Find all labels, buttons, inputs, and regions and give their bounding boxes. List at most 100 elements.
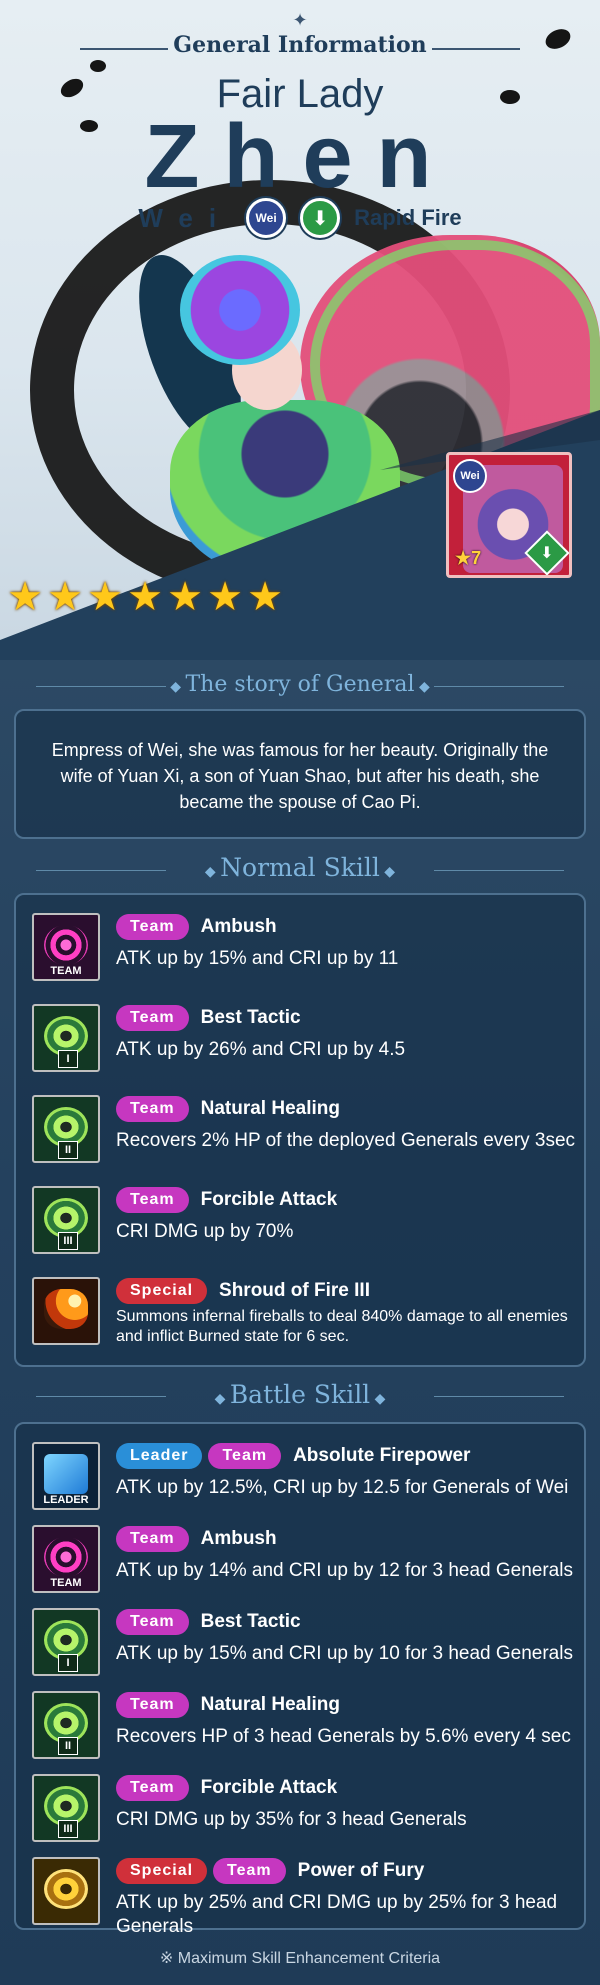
skill-description: Recovers HP of 3 head Generals by 5.6% e…: [116, 1726, 571, 1747]
team-tag: Team: [116, 1526, 189, 1552]
general-portrait-card[interactable]: Wei ★7 ⬇: [446, 452, 572, 578]
diamond-ornament: ◆: [170, 679, 186, 695]
star-icon: ★: [167, 575, 203, 619]
skill-name: Forcible Attack: [200, 1777, 338, 1798]
icon-graphic: [44, 1454, 88, 1494]
story-title-text: The story of General: [185, 672, 415, 697]
skill-name: Power of Fury: [297, 1860, 425, 1881]
general-name: Zhen: [144, 107, 456, 207]
team-tag: Team: [116, 1005, 189, 1031]
skill-row[interactable]: III Team Forcible Attack CRI DMG up by 35% …: [24, 1766, 580, 1844]
skill-header: Special Shroud of Fire III: [116, 1277, 370, 1305]
section-label: General Information: [173, 32, 427, 58]
star-icon: ★: [47, 575, 83, 619]
eye-tactic-icon: I: [32, 1608, 100, 1676]
skill-name: Ambush: [200, 1528, 277, 1549]
skill-header: Team Best Tactic: [116, 1004, 301, 1032]
skill-header: Team Natural Healing: [116, 1095, 340, 1123]
normal-skill-list: TEAM Team Ambush ATK up by 15% and CRI up b…: [14, 893, 586, 1367]
skill-header: Team Ambush: [116, 1525, 277, 1553]
team-tag: Team: [213, 1858, 286, 1884]
faction-row: Wei Wei ⬇ Rapid Fire: [0, 198, 600, 238]
icon-graphic: [44, 1537, 88, 1577]
icon-tag: III: [58, 1820, 78, 1838]
eye-tactic-icon: III: [32, 1774, 100, 1842]
skill-header: Team Best Tactic: [116, 1608, 301, 1636]
general-info-page: ✦ General Information Fair Lady Zhen Wei…: [0, 0, 600, 1985]
skill-description: CRI DMG up by 70%: [116, 1221, 294, 1242]
star-icon: ★: [207, 575, 243, 619]
skill-name: Natural Healing: [200, 1694, 340, 1715]
eye-tactic-icon: II: [32, 1095, 100, 1163]
star-rating: ★ ★ ★ ★ ★ ★ ★: [6, 575, 284, 619]
star-level: ★7: [455, 548, 482, 568]
skill-header: Team Forcible Attack: [116, 1774, 337, 1802]
story-text: Empress of Wei, she was famous for her b…: [51, 740, 549, 812]
icon-tag: II: [58, 1141, 78, 1159]
icon-tag: TEAM: [50, 1577, 82, 1589]
team-tag: Team: [116, 1609, 189, 1635]
icon-tag: LEADER: [43, 1494, 89, 1506]
target-team-icon: TEAM: [32, 1525, 100, 1593]
skill-row[interactable]: TEAM Team Ambush ATK up by 14% and CRI up b…: [24, 1517, 580, 1595]
skill-row[interactable]: Special Team Power of Fury ATK up by 25% an…: [24, 1849, 580, 1937]
diamond-ornament: ◆: [214, 1391, 230, 1407]
icon-tag: III: [58, 1232, 78, 1250]
icon-graphic: [44, 925, 88, 965]
target-team-icon: TEAM: [32, 913, 100, 981]
skill-description: Recovers 2% HP of the deployed Generals …: [116, 1130, 576, 1151]
eye-tactic-icon: III: [32, 1186, 100, 1254]
wei-faction-icon: Wei: [453, 459, 487, 493]
skill-description: ATK up by 12.5%, CRI up by 12.5 for Gene…: [116, 1477, 569, 1498]
icon-graphic: [44, 1869, 88, 1909]
leader-tag: Leader: [116, 1443, 203, 1469]
skill-description: ATK up by 25% and CRI DMG up by 25% for …: [116, 1892, 558, 1937]
star-icon: ★: [7, 575, 43, 619]
story-box: Empress of Wei, she was famous for her b…: [14, 709, 586, 839]
normal-skill-section-title: ◆ Normal Skill ◆: [0, 853, 600, 882]
skill-row[interactable]: LEADER Leader Team Absolute Firepower ATK up…: [24, 1434, 580, 1512]
team-tag: Team: [116, 1096, 189, 1122]
diamond-ornament: ◆: [414, 679, 430, 695]
skill-name: Absolute Firepower: [293, 1445, 471, 1466]
diamond-ornament: ◆: [370, 1391, 386, 1407]
battle-skill-list: LEADER Leader Team Absolute Firepower ATK up…: [14, 1422, 586, 1937]
skill-row[interactable]: I Team Best Tactic ATK up by 15% and CRI up…: [24, 1600, 580, 1678]
skill-description: ATK up by 14% and CRI up by 12 for 3 hea…: [116, 1560, 573, 1581]
skill-row[interactable]: TEAM Team Ambush ATK up by 15% and CRI up b…: [24, 905, 580, 983]
team-tag: Team: [116, 1187, 189, 1213]
skill-description: ATK up by 15% and CRI up by 11: [116, 948, 399, 969]
skill-header: Team Forcible Attack: [116, 1186, 337, 1214]
skill-row[interactable]: III Team Forcible Attack CRI DMG up by 70%: [24, 1178, 580, 1256]
eye-fury-icon: [32, 1857, 100, 1925]
battle-skill-title-text: Battle Skill: [229, 1380, 371, 1409]
diamond-ornament: ◆: [204, 864, 221, 880]
skill-row[interactable]: II Team Natural Healing Recovers 2% HP of t…: [24, 1087, 580, 1165]
skill-row[interactable]: Special Shroud of Fire III Summons inferna…: [24, 1269, 580, 1347]
special-tag: Special: [116, 1858, 208, 1884]
wei-faction-icon: Wei: [246, 198, 287, 238]
skill-description: ATK up by 15% and CRI up by 10 for 3 hea…: [116, 1643, 573, 1664]
hero-banner: ✦ General Information Fair Lady Zhen Wei…: [0, 0, 600, 660]
skill-description: ATK up by 26% and CRI up by 4.5: [116, 1039, 406, 1060]
faction-name: Wei: [138, 202, 233, 233]
skill-name: Forcible Attack: [200, 1189, 338, 1210]
team-tag: Team: [116, 1775, 189, 1801]
icon-tag: I: [58, 1050, 78, 1068]
battle-skill-section-title: ◆ Battle Skill ◆: [0, 1380, 600, 1409]
skill-row[interactable]: II Team Natural Healing Recovers HP of 3 he…: [24, 1683, 580, 1761]
skill-row[interactable]: I Team Best Tactic ATK up by 26% and CRI up…: [24, 996, 580, 1074]
star-icon: ★: [127, 575, 163, 619]
icon-graphic: [44, 1289, 88, 1329]
skill-description: Summons infernal fireballs to deal 840% …: [116, 1308, 568, 1345]
icon-tag: TEAM: [50, 965, 82, 977]
skill-name: Best Tactic: [200, 1611, 301, 1632]
skill-description: CRI DMG up by 35% for 3 head Generals: [116, 1809, 467, 1830]
team-tag: Team: [116, 1692, 189, 1718]
story-section-title: ◆ The story of General ◆: [0, 672, 600, 697]
skill-name: Shroud of Fire III: [219, 1280, 370, 1301]
footnote: ※ Maximum Skill Enhancement Criteria: [159, 1950, 441, 1967]
rapid-fire-arrow-icon: ⬇: [300, 198, 341, 238]
diamond-ornament: ◆: [379, 864, 396, 880]
team-tag: Team: [208, 1443, 282, 1469]
